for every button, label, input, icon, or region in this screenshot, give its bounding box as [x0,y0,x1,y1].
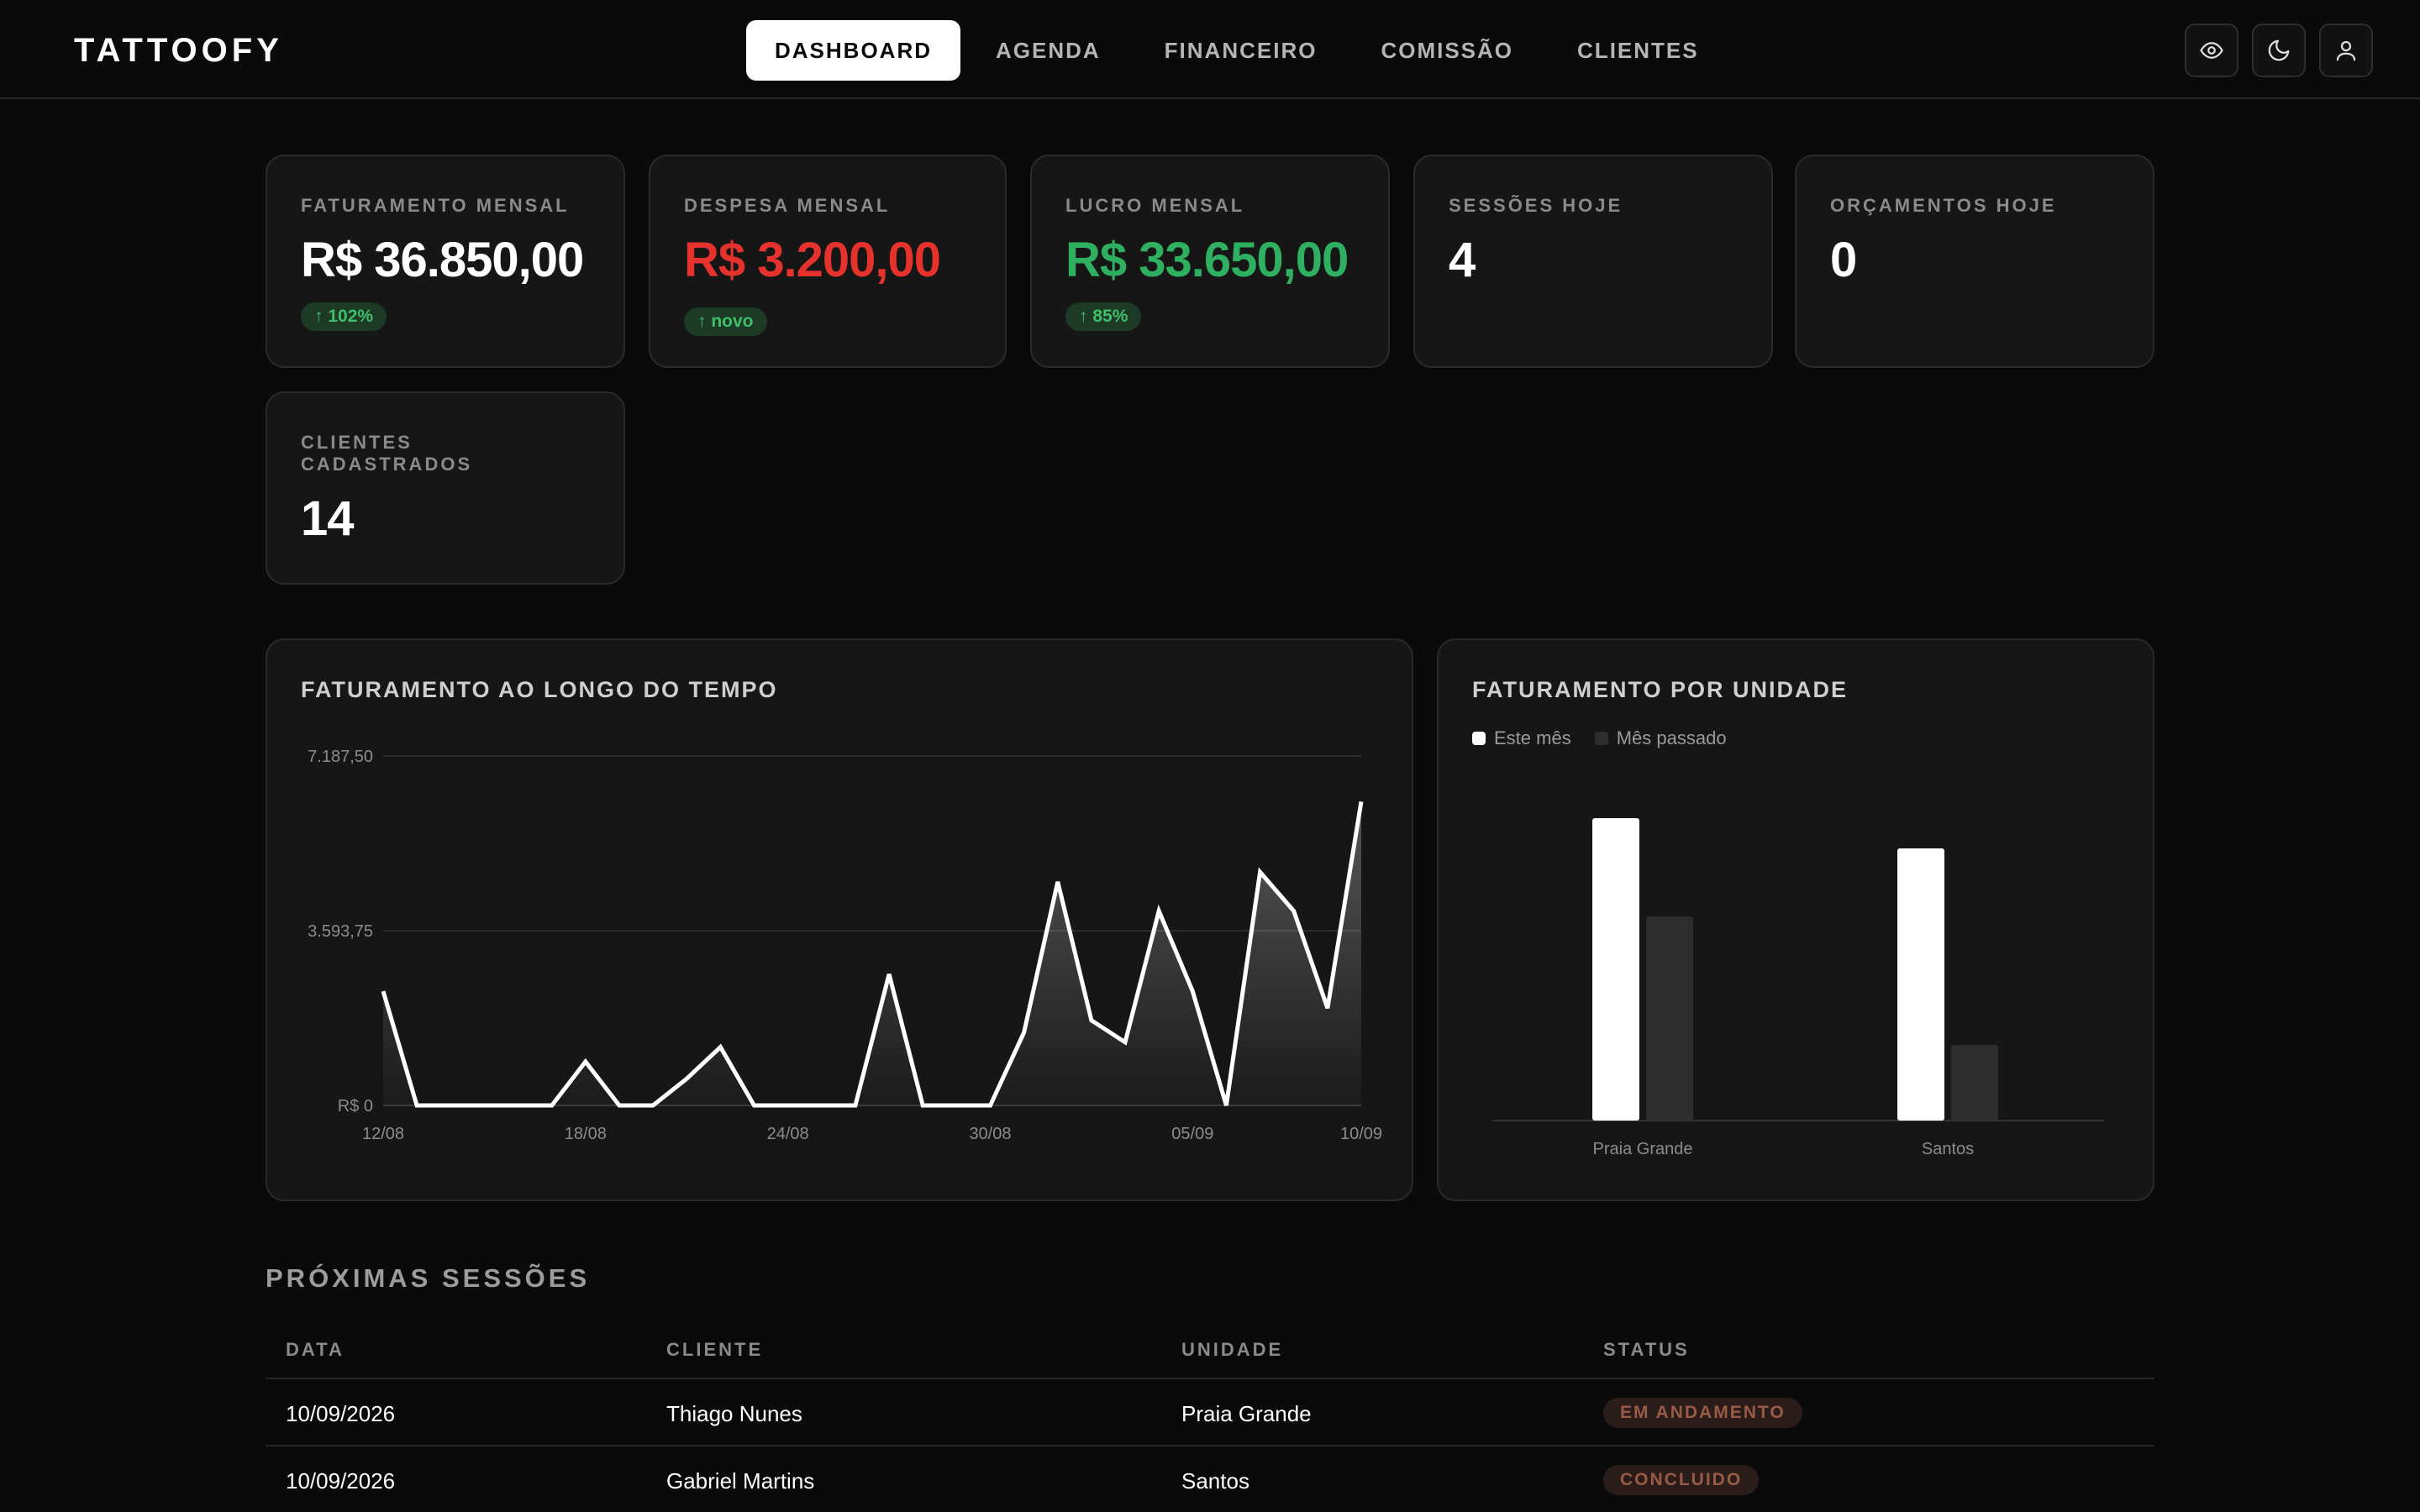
eye-icon [2200,42,2223,59]
bar-mes-passado[interactable] [1646,916,1693,1121]
user-icon [2336,40,2356,61]
nav-dashboard[interactable]: DASHBOARD [746,20,960,81]
x-tick-label: 05/09 [1171,1125,1213,1143]
column-header-status[interactable]: STATUS [1603,1339,1690,1361]
cell-date: 10/09/2026 [286,1401,396,1426]
unit-bar-chart: Praia Grande Santos [1492,818,2104,1158]
column-header-unidade[interactable]: UNIDADE [1181,1339,1283,1361]
cell-date: 10/09/2026 [286,1468,396,1494]
nav-comissao[interactable]: COMISSÃO [1352,20,1542,81]
nav-agenda[interactable]: AGENDA [967,20,1129,81]
cell-client: Gabriel Martins [666,1468,815,1494]
app-logo[interactable]: TATTOOFY [74,32,283,70]
section-title-proximas-sessoes: PRÓXIMAS SESSÕES [266,1263,591,1293]
stat-value: 4 [1449,233,1476,287]
cell-client: Thiago Nunes [666,1401,802,1426]
table-row[interactable]: 10/09/2026 Gabriel Martins Santos CONCLU… [266,1446,2154,1512]
theme-toggle-button[interactable] [2252,24,2306,77]
stat-card-lucro: LUCRO MENSAL R$ 33.650,00 ↑ 85% [1030,155,1390,368]
status-badge: CONCLUIDO [1603,1465,1760,1495]
nav-financeiro[interactable]: FINANCEIRO [1136,20,1346,81]
stat-label: ORÇAMENTOS HOJE [1830,195,2057,216]
nav-clientes[interactable]: CLIENTES [1549,20,1728,81]
x-tick-label: 18/08 [565,1125,607,1143]
stat-card-despesa: DESPESA MENSAL R$ 3.200,00 ↑ novo [649,155,1007,368]
stat-label: CLIENTES CADASTRADOS [301,432,473,475]
bar-este-mes[interactable] [1897,848,1944,1121]
moon-icon [2268,39,2290,61]
x-tick-label: 24/08 [767,1125,809,1143]
trend-badge: ↑ 102% [301,302,387,331]
table-row[interactable]: 10/09/2026 Thiago Nunes Praia Grande EM … [266,1379,2154,1446]
y-tick-label: R$ 0 [338,1097,373,1116]
bar-este-mes[interactable] [1592,818,1639,1121]
y-tick-label: 3.593,75 [308,922,373,941]
stat-card-orcamentos-hoje: ORÇAMENTOS HOJE 0 [1795,155,2154,368]
column-header-data[interactable]: DATA [286,1339,345,1361]
stat-value: R$ 3.200,00 [684,233,941,287]
stat-label: DESPESA MENSAL [684,195,891,216]
trend-badge: ↑ 85% [1065,302,1142,331]
stat-value: R$ 36.850,00 [301,233,584,287]
status-badge: EM ANDAMENTO [1603,1398,1802,1428]
stat-label: FATURAMENTO MENSAL [301,195,570,216]
top-header: TATTOOFY DASHBOARD AGENDA FINANCEIRO COM… [0,0,2420,99]
x-tick-label: 12/08 [362,1125,404,1143]
visibility-toggle-button[interactable] [2185,24,2238,77]
trend-badge: ↑ novo [684,307,767,336]
cell-unit: Praia Grande [1181,1401,1312,1426]
column-header-cliente[interactable]: CLIENTE [666,1339,763,1361]
user-menu-button[interactable] [2319,24,2373,77]
x-tick-label: 10/09 [1340,1125,1382,1143]
x-tick-label: 30/08 [969,1125,1011,1143]
category-label: Praia Grande [1593,1140,1693,1158]
table-header: DATA CLIENTE UNIDADE STATUS [266,1319,2154,1379]
stat-card-sessoes-hoje: SESSÕES HOJE 4 [1413,155,1773,368]
bar-mes-passado[interactable] [1951,1045,1998,1121]
stat-value: 0 [1830,233,1857,287]
sessions-table: DATA CLIENTE UNIDADE STATUS 10/09/2026 T… [266,1319,2154,1512]
stat-card-clientes: CLIENTES CADASTRADOS 14 [266,391,625,585]
category-label: Santos [1922,1140,1974,1158]
revenue-line-chart: R$ 0 3.593,75 7.187,50 12/08 18/08 24/08 30/0… [308,748,1382,1143]
stat-card-faturamento: FATURAMENTO MENSAL R$ 36.850,00 ↑ 102% [266,155,625,368]
main-nav: DASHBOARD AGENDA FINANCEIRO COMISSÃO CLI… [746,20,1728,81]
stat-value: R$ 33.650,00 [1065,233,1349,287]
stat-label: LUCRO MENSAL [1065,195,1245,216]
cell-unit: Santos [1181,1468,1249,1494]
stat-value: 14 [301,491,355,546]
revenue-by-unit-card: FATURAMENTO POR UNIDADE Este mês Mês pas… [1437,638,2154,1201]
revenue-over-time-card: FATURAMENTO AO LONGO DO TEMPO R$ 0 3.593,… [266,638,1413,1201]
stat-label: SESSÕES HOJE [1449,195,1623,216]
y-tick-label: 7.187,50 [308,748,373,766]
